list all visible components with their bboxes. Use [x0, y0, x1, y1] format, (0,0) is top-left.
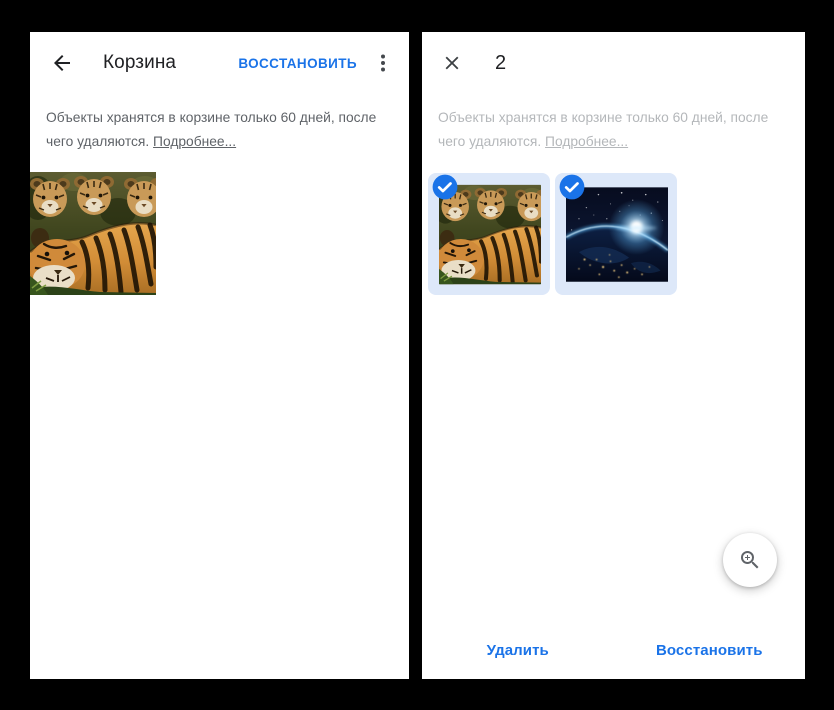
learn-more-link[interactable]: Подробнее... [545, 134, 628, 149]
zoom-in-icon [738, 548, 762, 572]
more-vert-icon [371, 51, 395, 75]
trash-selection-screen: 2 Объекты хранятся в корзине только 60 д… [422, 32, 805, 679]
back-arrow-icon [50, 51, 74, 75]
overflow-menu-button[interactable] [371, 51, 395, 75]
tiger-family-image [30, 172, 156, 295]
selected-check-icon [559, 174, 585, 200]
photo-thumbnail-tigers[interactable] [30, 172, 156, 295]
restore-all-button[interactable]: ВОССТАНОВИТЬ [238, 56, 357, 71]
selected-photo-tigers[interactable] [428, 173, 550, 295]
trash-info: Объекты хранятся в корзине только 60 дне… [46, 106, 389, 154]
restore-button[interactable]: Восстановить [614, 642, 806, 659]
delete-button[interactable]: Удалить [422, 642, 614, 659]
photo-grid [30, 172, 409, 295]
learn-more-link[interactable]: Подробнее... [153, 134, 236, 149]
trash-screen: Корзина ВОССТАНОВИТЬ Объекты хранятся в … [30, 32, 409, 679]
selected-check-icon [432, 174, 458, 200]
back-button[interactable] [50, 51, 74, 75]
selected-photo-grid [422, 173, 805, 295]
bottom-action-bar: Удалить Восстановить [422, 642, 805, 659]
trash-info-dimmed: Объекты хранятся в корзине только 60 дне… [438, 106, 785, 154]
zoom-fab[interactable] [723, 533, 777, 587]
close-icon [441, 52, 463, 74]
page-title: Корзина [103, 52, 176, 74]
selection-header: 2 [422, 32, 805, 90]
close-selection-button[interactable] [440, 51, 464, 75]
selected-photo-earth[interactable] [555, 173, 677, 295]
selection-count: 2 [495, 52, 506, 75]
trash-header: Корзина ВОССТАНОВИТЬ [30, 32, 409, 90]
